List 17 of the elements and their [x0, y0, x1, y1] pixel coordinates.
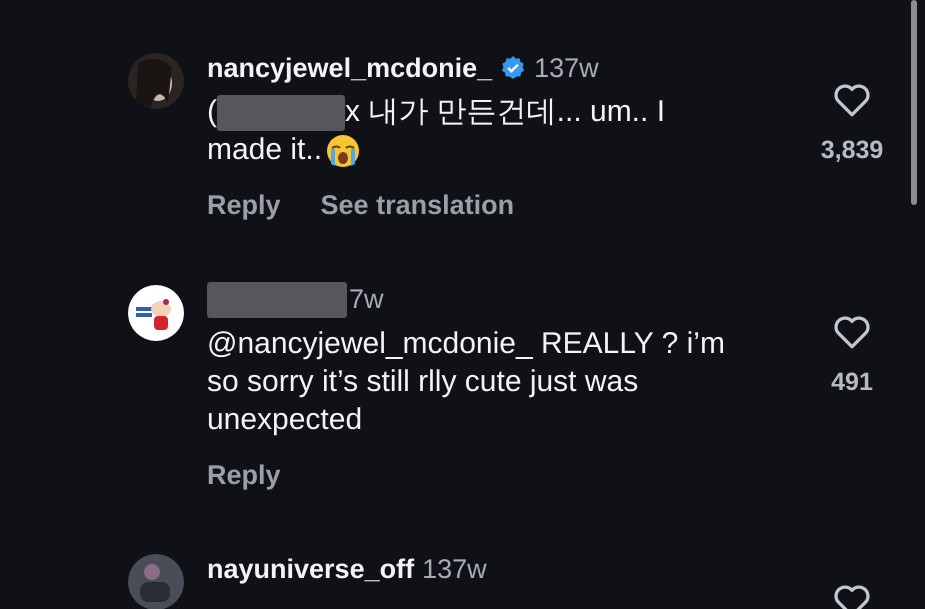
like-count: 491 [831, 366, 873, 398]
comment-action-link[interactable]: Reply [207, 185, 281, 226]
username[interactable]: nancyjewel_mcdonie_ [207, 48, 492, 88]
comment-action-link[interactable]: Reply [207, 454, 281, 496]
heart-icon[interactable] [832, 583, 872, 609]
username[interactable]: nayuniverse_off [207, 548, 414, 590]
comment-action-link[interactable]: See translation [320, 185, 514, 226]
comment-text: @nancyjewel_mcdonie_ REALLY ? i’m so sorry it’s still rlly cute just was unexpected [207, 326, 726, 438]
timestamp: 137w [534, 52, 599, 85]
scrollbar[interactable] [911, 0, 917, 205]
heart-icon[interactable] [832, 82, 872, 118]
heart-icon[interactable] [832, 314, 872, 350]
crying-face-icon [326, 134, 360, 168]
like-count: 3,839 [820, 135, 884, 166]
timestamp: 7w [349, 283, 384, 316]
timestamp: 137w [422, 552, 487, 586]
comment-text: ( x 내가 만든건데... um.. I made it.. [207, 94, 666, 170]
